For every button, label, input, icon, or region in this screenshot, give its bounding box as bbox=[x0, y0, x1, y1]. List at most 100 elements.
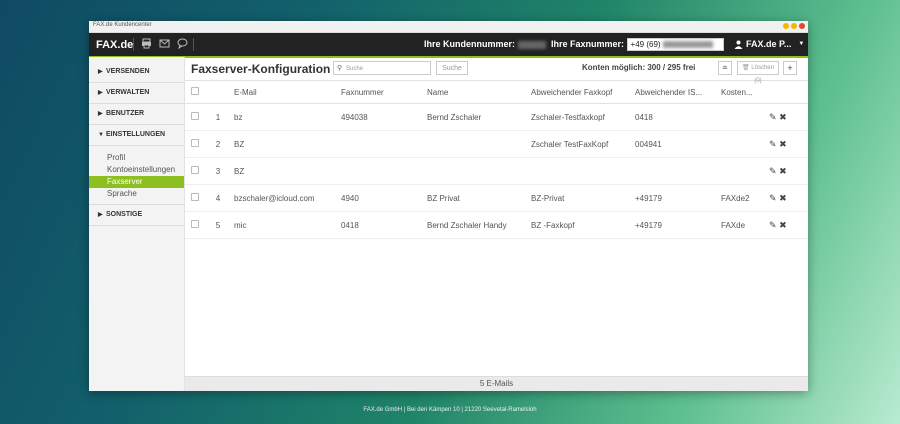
add-button[interactable]: + bbox=[783, 61, 797, 75]
table-row[interactable]: 4 bzschaler@icloud.com 4940 BZ Privat BZ… bbox=[185, 184, 808, 212]
delete-button[interactable]: 🗑 Löschen (0) bbox=[737, 61, 779, 84]
table-row[interactable]: 5 mic 0418 Bernd Zschaler Handy BZ -Faxk… bbox=[185, 211, 808, 239]
search-button[interactable]: Suche bbox=[436, 61, 468, 75]
sidebar-section-verwalten[interactable]: ▶ VERWALTEN bbox=[89, 83, 184, 104]
row-checkbox[interactable] bbox=[191, 220, 199, 228]
cell-fax: 494038 bbox=[340, 103, 426, 131]
cell-name: Bernd Zschaler bbox=[426, 103, 530, 131]
sidebar-item-sprache[interactable]: Sprache bbox=[89, 188, 184, 200]
redacted-value bbox=[518, 40, 547, 49]
column-header[interactable]: Faxnummer bbox=[340, 81, 426, 104]
table-row[interactable]: 3 BZ ✎ ✖ bbox=[185, 157, 808, 185]
search-icon: ⚲ bbox=[337, 65, 343, 72]
row-checkbox[interactable] bbox=[191, 193, 199, 201]
edit-icon[interactable]: ✎ bbox=[769, 139, 777, 149]
maximize-button[interactable] bbox=[791, 23, 797, 29]
delete-icon[interactable]: ✖ bbox=[779, 166, 787, 176]
row-checkbox[interactable] bbox=[191, 166, 199, 174]
section-label: BENUTZER bbox=[106, 110, 145, 117]
cell-email: BZ bbox=[233, 157, 340, 185]
cell-faxkopf: Zschaler-Testfaxkopf bbox=[530, 103, 634, 131]
sidebar-item-profil[interactable]: Profil bbox=[89, 152, 184, 164]
cell-kosten: FAXde2 bbox=[720, 184, 768, 212]
sidebar-item-faxserver[interactable]: Faxserver bbox=[89, 176, 184, 188]
accounts-available: Konten möglich: 300 / 295 frei bbox=[582, 63, 696, 72]
sidebar-section-einstellungen[interactable]: ▼ EINSTELLUNGEN bbox=[89, 125, 184, 146]
cell-email: BZ bbox=[233, 130, 340, 158]
table-footer: 5 E-Mails bbox=[185, 376, 808, 391]
row-number: 4 bbox=[203, 184, 233, 212]
cell-is: 0418 bbox=[634, 103, 720, 131]
edit-icon[interactable]: ✎ bbox=[769, 112, 777, 122]
delete-icon[interactable]: ✖ bbox=[779, 193, 787, 203]
caret-right-icon: ▶ bbox=[98, 69, 103, 75]
cell-name bbox=[426, 130, 530, 158]
delete-icon[interactable]: ✖ bbox=[779, 139, 787, 149]
cell-kosten bbox=[720, 130, 768, 158]
cell-email: mic bbox=[233, 211, 340, 239]
cell-is: +49179 bbox=[634, 184, 720, 212]
logo[interactable]: FAX.de bbox=[96, 39, 133, 51]
download-icon: ⏏ bbox=[722, 65, 728, 71]
column-header[interactable]: E-Mail bbox=[233, 81, 340, 104]
cell-kosten: FAXde bbox=[720, 211, 768, 239]
mail-icon[interactable] bbox=[159, 38, 170, 49]
cell-email: bzschaler@icloud.com bbox=[233, 184, 340, 212]
table-row[interactable]: 1 bz 494038 Bernd Zschaler Zschaler-Test… bbox=[185, 103, 808, 131]
delete-icon[interactable]: ✖ bbox=[779, 112, 787, 122]
row-checkbox[interactable] bbox=[191, 112, 199, 120]
search-input[interactable]: ⚲ Suche bbox=[333, 61, 431, 75]
row-number: 5 bbox=[203, 211, 233, 239]
cell-name bbox=[426, 157, 530, 185]
cell-faxkopf bbox=[530, 157, 634, 185]
sidebar-section-sonstige[interactable]: ▶ SONSTIGE bbox=[89, 205, 184, 226]
row-number: 3 bbox=[203, 157, 233, 185]
caret-down-icon: ▼ bbox=[98, 132, 104, 138]
table-row[interactable]: 2 BZ Zschaler TestFaxKopf 004941 ✎ ✖ bbox=[185, 130, 808, 158]
sidebar-section-benutzer[interactable]: ▶ BENUTZER bbox=[89, 104, 184, 125]
edit-icon[interactable]: ✎ bbox=[769, 193, 777, 203]
delete-icon[interactable]: ✖ bbox=[779, 220, 787, 230]
user-icon bbox=[734, 40, 743, 49]
sidebar-item-kontoeinstellungen[interactable]: Kontoeinstellungen bbox=[89, 164, 184, 176]
edit-icon[interactable]: ✎ bbox=[769, 166, 777, 176]
caret-right-icon: ▶ bbox=[98, 212, 103, 218]
chevron-down-icon: ▼ bbox=[798, 41, 805, 47]
fax-label: Ihre Faxnummer: bbox=[551, 39, 625, 49]
row-number: 1 bbox=[203, 103, 233, 131]
chat-icon[interactable] bbox=[177, 38, 188, 50]
printer-icon[interactable] bbox=[141, 38, 152, 49]
sidebar: ▶ VERSENDEN ▶ VERWALTEN ▶ BENUTZER ▼ EINSTEL… bbox=[89, 57, 185, 391]
edit-icon[interactable]: ✎ bbox=[769, 220, 777, 230]
fax-value: +49 (69) bbox=[630, 40, 661, 49]
column-header[interactable]: Name bbox=[426, 81, 530, 104]
redacted-value bbox=[662, 41, 713, 49]
export-button[interactable]: ⏏ bbox=[718, 61, 732, 75]
cell-is bbox=[634, 157, 720, 185]
sidebar-section-versenden[interactable]: ▶ VERSENDEN bbox=[89, 62, 184, 83]
table-header: E-Mail Faxnummer Name Abweichender Faxko… bbox=[185, 81, 808, 104]
column-header[interactable]: Abweichender IS... bbox=[634, 81, 720, 104]
customer-label: Ihre Kundennummer: bbox=[424, 39, 516, 49]
select-all-checkbox[interactable] bbox=[191, 87, 199, 95]
divider bbox=[193, 38, 194, 51]
customer-number: Ihre Kundennummer: bbox=[424, 39, 547, 49]
top-bar: FAX.de Ihre Kundennummer: Ihre Faxnummer… bbox=[89, 33, 808, 56]
cell-faxkopf: BZ-Privat bbox=[530, 184, 634, 212]
page-footer: FAX.de GmbH | Bei den Kämpen 10 | 21220 … bbox=[363, 407, 537, 413]
cell-kosten bbox=[720, 157, 768, 185]
window-title: FAX.de Kundencenter bbox=[93, 22, 152, 28]
divider bbox=[133, 38, 134, 51]
caret-right-icon: ▶ bbox=[98, 90, 103, 96]
column-header[interactable]: Abweichender Faxkopf bbox=[530, 81, 634, 104]
trash-icon: 🗑 bbox=[742, 65, 750, 71]
user-menu[interactable]: FAX.de P... ▼ bbox=[734, 39, 804, 49]
toolbar: Faxserver-Konfiguration ⚲ Suche Suche Ko… bbox=[185, 57, 808, 84]
cell-fax: 0418 bbox=[340, 211, 426, 239]
row-number: 2 bbox=[203, 130, 233, 158]
cell-faxkopf: Zschaler TestFaxKopf bbox=[530, 130, 634, 158]
minimize-button[interactable] bbox=[783, 23, 789, 29]
section-label: EINSTELLUNGEN bbox=[106, 131, 166, 138]
row-checkbox[interactable] bbox=[191, 139, 199, 147]
close-button[interactable] bbox=[799, 23, 805, 29]
